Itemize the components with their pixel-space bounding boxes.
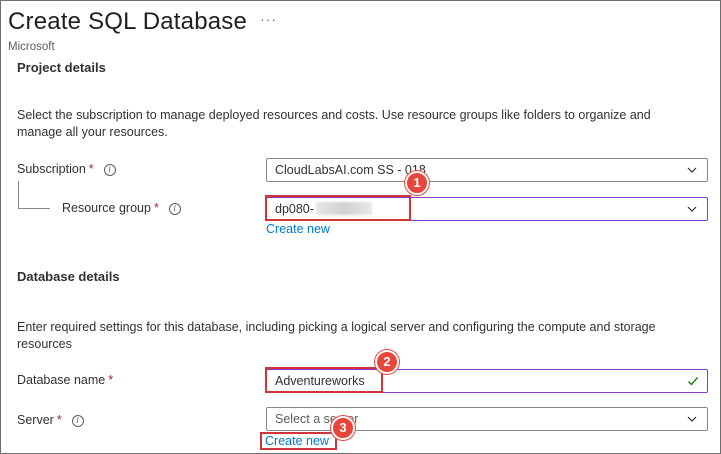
server-label-text: Server — [17, 413, 54, 427]
project-details-heading: Project details — [17, 60, 106, 75]
resource-group-label: Resource group * i — [62, 201, 181, 215]
callout-badge-2: 2 — [375, 350, 399, 374]
tree-connector — [18, 208, 50, 209]
highlight-box — [265, 367, 383, 393]
required-star: * — [153, 201, 159, 215]
subscription-value: CloudLabsAI.com SS - 018 — [275, 163, 426, 177]
project-details-description: Select the subscription to manage deploy… — [17, 108, 651, 139]
create-new-resource-group-link[interactable]: Create new — [266, 222, 330, 236]
info-icon[interactable]: i — [103, 164, 116, 176]
page-title: Create SQL Database — [8, 8, 248, 35]
chevron-down-icon — [687, 206, 697, 212]
database-name-label: Database name * — [17, 373, 113, 387]
more-options-button[interactable]: ··· — [260, 11, 277, 27]
chevron-down-icon — [687, 167, 697, 173]
subscription-dropdown[interactable]: CloudLabsAI.com SS - 018 — [266, 158, 708, 182]
subscription-label-text: Subscription — [17, 162, 86, 176]
database-name-label-text: Database name — [17, 373, 106, 387]
required-star: * — [108, 373, 114, 387]
database-details-description: Enter required settings for this databas… — [17, 320, 656, 351]
check-icon — [688, 377, 699, 386]
info-icon[interactable]: i — [71, 415, 84, 427]
tree-connector — [18, 181, 19, 208]
highlight-box — [260, 432, 337, 450]
server-label: Server * i — [17, 413, 84, 427]
resource-group-label-text: Resource group — [62, 201, 151, 215]
page-subtitle: Microsoft — [8, 41, 55, 53]
required-star: * — [56, 413, 62, 427]
info-icon[interactable]: i — [168, 203, 181, 215]
database-details-heading: Database details — [17, 269, 120, 284]
callout-badge-1: 1 — [405, 171, 429, 195]
create-sql-database-blade: Create SQL Database ··· Microsoft Projec… — [0, 0, 721, 454]
callout-badge-3: 3 — [331, 416, 355, 440]
highlight-box — [265, 195, 411, 221]
subscription-label: Subscription * i — [17, 162, 116, 176]
required-star: * — [88, 162, 94, 176]
chevron-down-icon — [687, 416, 697, 422]
